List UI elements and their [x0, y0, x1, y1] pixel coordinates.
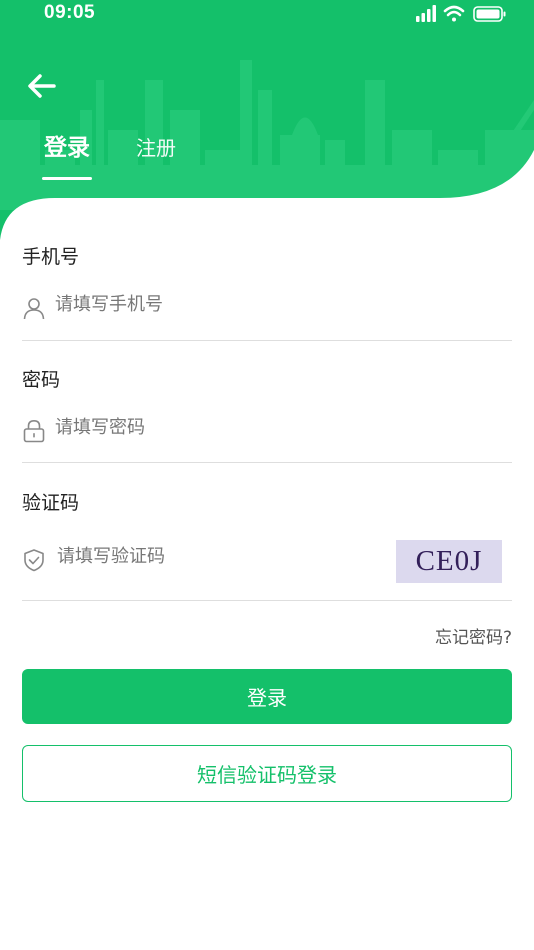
login-button[interactable]: 登录 [22, 669, 512, 724]
shield-check-icon [24, 549, 44, 572]
status-icons [416, 5, 506, 22]
phone-input[interactable] [55, 294, 385, 315]
card-curve [0, 150, 534, 270]
phone-label: 手机号 [22, 246, 80, 268]
user-icon [23, 298, 45, 320]
battery-icon [473, 6, 506, 22]
captcha-label: 验证码 [22, 492, 80, 514]
status-bar: 09:05 [0, 0, 534, 32]
captcha-input[interactable] [57, 546, 387, 567]
captcha-image[interactable]: CE0J [396, 540, 502, 583]
lock-icon [23, 419, 45, 443]
forgot-password-link[interactable]: 忘记密码? [435, 623, 512, 648]
password-field [22, 411, 512, 451]
signal-icon [416, 5, 436, 22]
back-arrow-icon [28, 74, 56, 98]
password-label: 密码 [22, 369, 61, 391]
status-time: 09:05 [44, 2, 96, 23]
back-button[interactable] [24, 68, 64, 104]
captcha-divider [22, 600, 512, 601]
sms-login-button[interactable]: 短信验证码登录 [22, 745, 512, 802]
phone-field [22, 288, 512, 328]
phone-divider [22, 340, 512, 341]
captcha-field: CE0J [22, 540, 534, 583]
password-divider [22, 462, 512, 463]
wifi-icon [443, 5, 465, 22]
password-input[interactable] [55, 417, 385, 438]
